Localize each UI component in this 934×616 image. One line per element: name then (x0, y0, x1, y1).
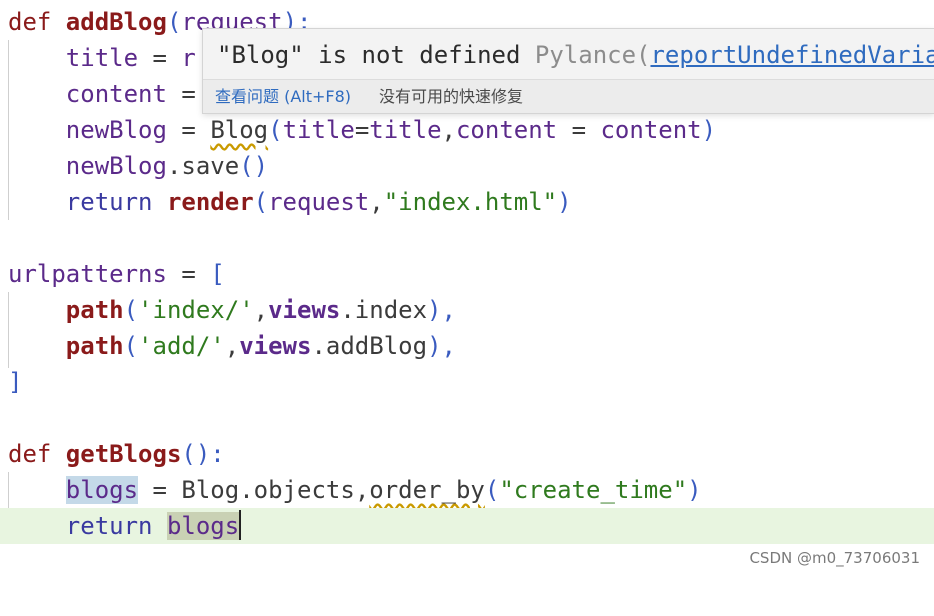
function-call: path (65, 332, 124, 360)
view-problem-link[interactable]: 查看问题 (Alt+F8) (215, 80, 351, 113)
operator: = (166, 260, 211, 288)
code-line-11[interactable]: def getBlogs(): (0, 436, 934, 472)
paren: () (239, 152, 269, 180)
keyword: def (8, 440, 66, 468)
variable: title (65, 44, 139, 72)
comma: , (253, 296, 269, 324)
comma: , (369, 188, 384, 216)
paren: ( (166, 8, 182, 36)
comma: , (354, 476, 370, 504)
code-line-8[interactable]: path('index/',views.index), (0, 292, 934, 328)
error-message: "Blog" is not defined (217, 41, 521, 69)
function-call: path (65, 296, 124, 324)
function-name: addBlog (65, 8, 167, 36)
class-name: Blog (181, 476, 240, 504)
keyword: def (8, 8, 66, 36)
identifier-fragment: r (181, 44, 196, 72)
code-line-13-current[interactable]: return blogs (0, 508, 934, 544)
function-call: render (166, 188, 254, 216)
keyword-argument: content (455, 116, 558, 144)
keyword: return (65, 188, 167, 216)
bracket: ] (8, 368, 23, 396)
operator: = (557, 116, 601, 144)
operator: = (138, 476, 182, 504)
paren: ) (557, 188, 572, 216)
keyword-argument: title (282, 116, 355, 144)
attribute: index (354, 296, 428, 324)
text-cursor (239, 510, 242, 540)
paren: ( (253, 188, 269, 216)
code-line-5[interactable]: newBlog.save() (0, 148, 934, 184)
undefined-symbol[interactable]: Blog (210, 116, 268, 144)
code-line-9[interactable]: path('add/',views.addBlog), (0, 328, 934, 364)
variable: urlpatterns (8, 260, 167, 288)
paren: ( (123, 332, 139, 360)
hover-message: "Blog" is not defined Pylance(reportUnde… (217, 38, 934, 72)
code-line-7[interactable]: urlpatterns = [ (0, 256, 934, 292)
warned-method[interactable]: order_by (369, 476, 485, 504)
operator: = (354, 116, 370, 144)
variable: newBlog (65, 152, 167, 180)
variable-highlight: blogs (65, 476, 139, 504)
diagnostic-rule-link[interactable]: reportUndefinedVariable (650, 41, 934, 69)
variable-highlight: blogs (166, 512, 240, 540)
diagnostic-source: Pylance( (534, 41, 651, 69)
hover-tooltip: "Blog" is not defined Pylance(reportUnde… (202, 28, 934, 114)
keyword: return (65, 512, 167, 540)
paren: ( (268, 116, 283, 144)
string-literal: 'add/' (138, 332, 225, 360)
dot: . (311, 332, 326, 360)
paren: ( (484, 476, 500, 504)
paren: ), (427, 332, 456, 360)
string-literal: "create_time" (499, 476, 688, 504)
operator: = (138, 44, 182, 72)
variable: content (65, 80, 167, 108)
string-literal: "index.html" (383, 188, 558, 216)
comma: , (224, 332, 240, 360)
watermark: CSDN @m0_73706031 (749, 549, 920, 567)
function-name: getBlogs (65, 440, 182, 468)
attribute: objects (253, 476, 355, 504)
module-name: views (239, 332, 312, 360)
operator: = (166, 116, 211, 144)
variable: content (600, 116, 702, 144)
string-literal: 'index/' (138, 296, 254, 324)
paren: ), (427, 296, 456, 324)
module-name: views (268, 296, 341, 324)
hover-actions-bar: 查看问题 (Alt+F8) 没有可用的快速修复 (203, 79, 934, 113)
code-line-4[interactable]: newBlog = Blog(title=title,content = con… (0, 112, 934, 148)
no-quick-fix-label: 没有可用的快速修复 (379, 87, 524, 106)
attribute: addBlog (325, 332, 428, 360)
code-line-10[interactable]: ] (0, 364, 934, 400)
dot: . (166, 152, 182, 180)
paren: ) (687, 476, 702, 504)
paren: ) (701, 116, 717, 144)
variable: newBlog (65, 116, 167, 144)
paren: ( (123, 296, 139, 324)
dot: . (340, 296, 355, 324)
code-line-12[interactable]: blogs = Blog.objects,order_by("create_ti… (0, 472, 934, 508)
variable: request (268, 188, 370, 216)
comma: , (441, 116, 456, 144)
code-line-6[interactable]: return render(request,"index.html") (0, 184, 934, 220)
dot: . (239, 476, 254, 504)
method-name: save (181, 152, 240, 180)
bracket: [ (210, 260, 225, 288)
paren: (): (181, 440, 225, 468)
variable: title (369, 116, 442, 144)
